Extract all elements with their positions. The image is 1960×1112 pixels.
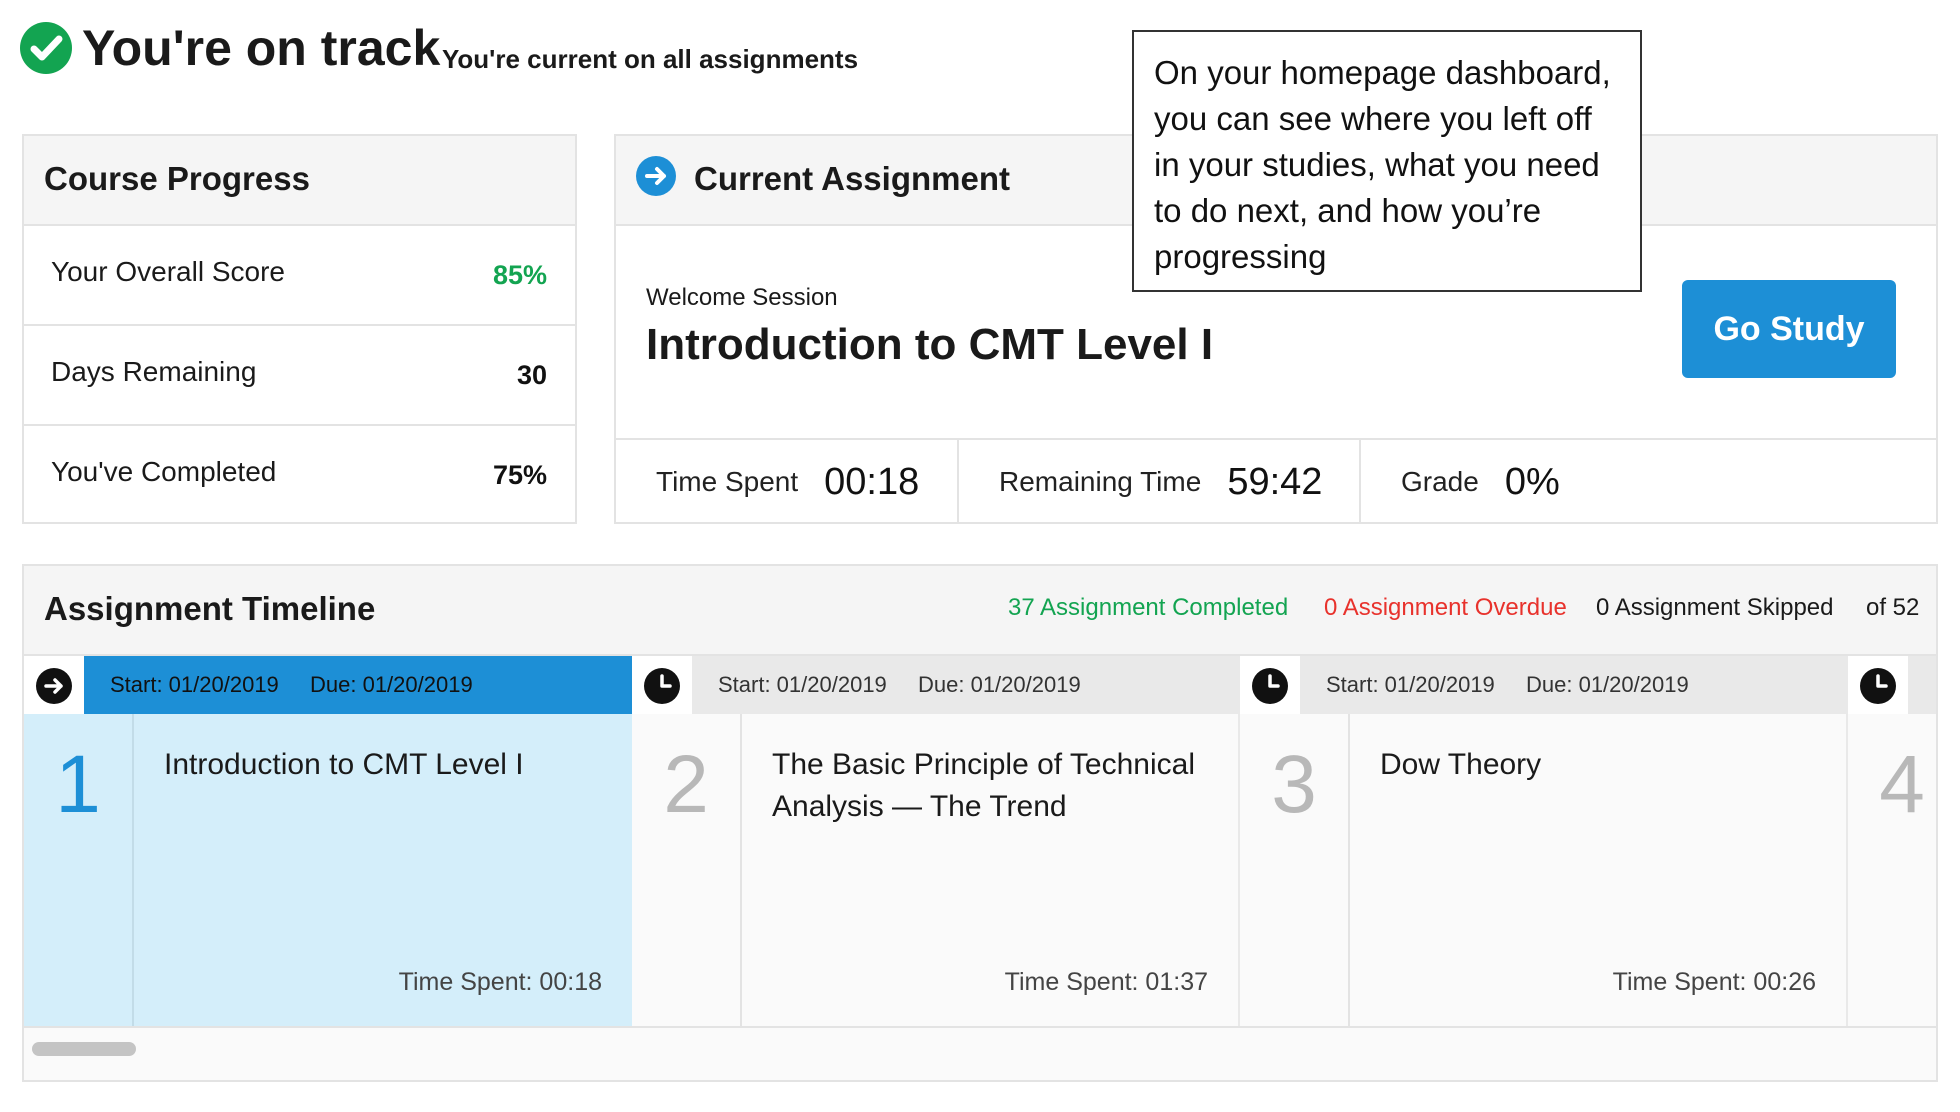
card-body: 1 Introduction to CMT Level I Time Spent… — [24, 714, 632, 1026]
check-circle-icon — [20, 22, 72, 74]
assignment-timeline-title: Assignment Timeline — [44, 590, 376, 627]
stat-value: 0% — [1504, 460, 1560, 503]
assignment-timeline-header: Assignment Timeline 37 Assignment Comple… — [24, 566, 1936, 656]
arrow-right-circle-icon — [36, 668, 72, 704]
card-number: 3 — [1271, 739, 1317, 830]
card-number-column: 4 — [1848, 714, 1936, 1026]
card-number: 2 — [663, 739, 709, 830]
card-body: 3 Dow Theory Time Spent: 00:26 — [1240, 714, 1848, 1026]
clock-icon — [1252, 668, 1288, 704]
card-due-date: Due: 01/20/2019 — [1526, 672, 1689, 697]
status-title: You're on track — [82, 20, 441, 76]
stat-value: 59:42 — [1227, 460, 1323, 503]
card-date-bar: Start: 01/20/2019 Due: 01/20/2019 — [692, 656, 1240, 714]
session-label: Welcome Session — [646, 284, 838, 311]
progress-row-overall-score: Your Overall Score 85% — [24, 226, 575, 326]
card-due-date: Due: 01/20/2019 — [310, 672, 473, 697]
course-progress-title: Course Progress — [44, 160, 310, 197]
progress-row-value: 75% — [492, 460, 547, 490]
timeline-card[interactable]: 4 — [1848, 656, 1936, 1026]
timeline-card[interactable]: Start: 01/20/2019 Due: 01/20/2019 3 Dow … — [1240, 656, 1848, 1026]
status-subtitle: You're current on all assignments — [442, 44, 859, 74]
arrow-right-circle-icon — [636, 156, 676, 196]
card-time-spent: Time Spent: 00:26 — [1612, 968, 1816, 996]
progress-row-label: You've Completed — [51, 456, 277, 487]
card-date-bar — [1908, 656, 1936, 714]
go-study-button[interactable]: Go Study — [1682, 280, 1896, 378]
stat-remaining-time: Remaining Time 59:42 — [959, 440, 1361, 524]
stat-label: Grade — [1401, 466, 1479, 497]
card-number-column: 1 — [24, 714, 134, 1026]
card-due-date: Due: 01/20/2019 — [918, 672, 1081, 697]
stat-label: Remaining Time — [999, 466, 1202, 497]
stat-grade: Grade 0% — [1361, 440, 1936, 524]
clock-icon — [1860, 668, 1896, 704]
assignment-stats: Time Spent 00:18 Remaining Time 59:42 Gr… — [616, 438, 1936, 524]
card-time-spent: Time Spent: 00:18 — [398, 968, 602, 996]
overdue-count: 0 Assignment Overdue — [1324, 594, 1567, 621]
card-body: 4 — [1848, 714, 1936, 1026]
course-progress-header: Course Progress — [24, 136, 575, 226]
card-number-column: 3 — [1240, 714, 1350, 1026]
card-body: 2 The Basic Principle of Technical Analy… — [632, 714, 1240, 1026]
stat-label: Time Spent — [656, 466, 799, 497]
card-start-date: Start: 01/20/2019 — [110, 672, 279, 697]
card-title[interactable]: Dow Theory — [1380, 744, 1820, 786]
current-assignment-title: Current Assignment — [694, 160, 1010, 197]
card-date-bar: Start: 01/20/2019 Due: 01/20/2019 — [1300, 656, 1848, 714]
timeline-card[interactable]: Start: 01/20/2019 Due: 01/20/2019 1 Intr… — [24, 656, 632, 1026]
progress-row-completed: You've Completed 75% — [24, 426, 575, 526]
card-start-date: Start: 01/20/2019 — [1326, 672, 1495, 697]
card-date-bar: Start: 01/20/2019 Due: 01/20/2019 — [84, 656, 632, 714]
assignment-timeline-panel: Assignment Timeline 37 Assignment Comple… — [22, 564, 1938, 1082]
skipped-count: 0 Assignment Skipped — [1596, 594, 1834, 621]
progress-row-label: Your Overall Score — [51, 256, 285, 287]
card-number-column: 2 — [632, 714, 742, 1026]
scrollbar-thumb[interactable] — [32, 1042, 136, 1056]
progress-row-value: 85% — [492, 260, 547, 290]
course-progress-panel: Course Progress Your Overall Score 85% D… — [22, 134, 577, 524]
card-number: 4 — [1879, 739, 1925, 830]
help-tooltip: On your homepage dashboard, you can see … — [1132, 30, 1642, 292]
progress-row-value: 30 — [516, 360, 547, 390]
progress-row-days-remaining: Days Remaining 30 — [24, 326, 575, 426]
stat-time-spent: Time Spent 00:18 — [616, 440, 959, 524]
total-count: of 52 — [1866, 594, 1920, 621]
card-title[interactable]: Introduction to CMT Level I — [164, 744, 604, 786]
progress-row-label: Days Remaining — [51, 356, 257, 387]
clock-icon — [644, 668, 680, 704]
card-time-spent: Time Spent: 01:37 — [1004, 968, 1208, 996]
horizontal-scrollbar[interactable] — [24, 1026, 1936, 1080]
card-title[interactable]: The Basic Principle of Technical Analysi… — [772, 744, 1212, 828]
card-start-date: Start: 01/20/2019 — [718, 672, 887, 697]
timeline-card[interactable]: Start: 01/20/2019 Due: 01/20/2019 2 The … — [632, 656, 1240, 1026]
stat-value: 00:18 — [824, 460, 920, 503]
assignment-name[interactable]: Introduction to CMT Level I — [646, 320, 1213, 370]
card-number: 1 — [55, 739, 101, 830]
completed-count: 37 Assignment Completed — [1008, 594, 1289, 621]
